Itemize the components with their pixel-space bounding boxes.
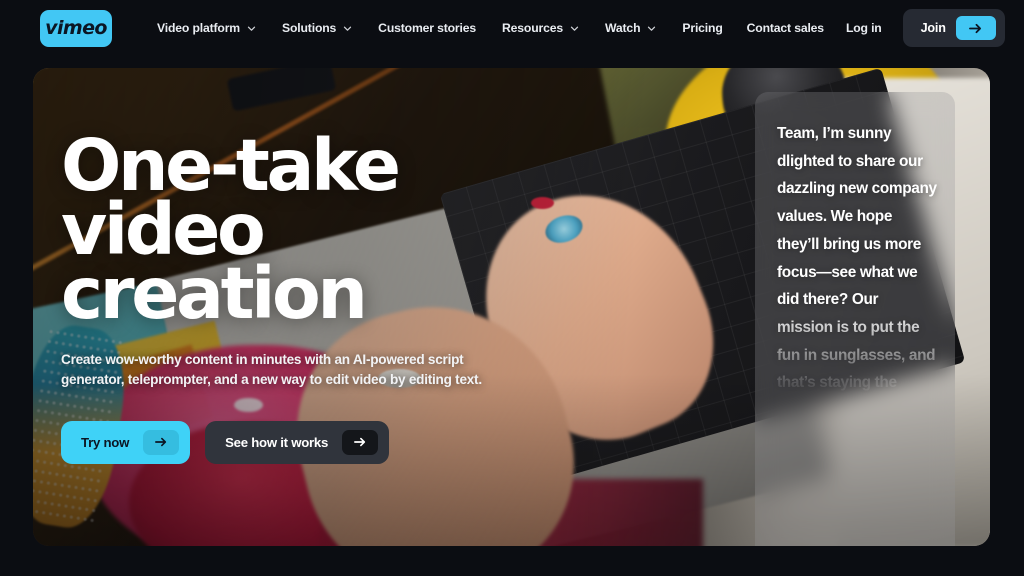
nav-item-watch[interactable]: Watch xyxy=(592,11,669,45)
nav-item-label: Watch xyxy=(605,21,641,35)
try-now-button-label: Try now xyxy=(81,434,130,450)
page-root: vimeo Video platform Solutions Customer … xyxy=(0,0,1024,576)
chevron-down-icon xyxy=(570,24,579,33)
arrow-right-icon xyxy=(955,16,996,40)
nav-item-label: Solutions xyxy=(282,21,337,35)
arrow-right-icon xyxy=(143,429,180,455)
nav-item-label: Resources xyxy=(502,21,563,35)
chevron-down-icon xyxy=(343,24,352,33)
top-navigation-bar: vimeo Video platform Solutions Customer … xyxy=(0,0,1024,56)
primary-nav-links: Video platform Solutions Customer storie… xyxy=(144,11,736,45)
arrow-right-icon xyxy=(342,429,379,455)
secondary-nav-actions: Contact sales Log in Join xyxy=(736,9,1005,47)
hero-cta-row: Try now See how it works xyxy=(61,420,531,464)
nav-item-label: Customer stories xyxy=(378,21,477,35)
join-button[interactable]: Join xyxy=(902,9,1005,47)
hero-content: One-take video creation Create wow-worth… xyxy=(61,130,531,464)
teleprompter-script-text: Team, I’m sunny dlighted to share our da… xyxy=(777,125,937,392)
teleprompter-panel: Team, I’m sunny dlighted to share our da… xyxy=(755,92,955,546)
chevron-down-icon xyxy=(247,24,256,33)
chevron-down-icon xyxy=(647,24,656,33)
see-how-it-works-button[interactable]: See how it works xyxy=(205,420,390,464)
nav-item-solutions[interactable]: Solutions xyxy=(269,11,365,45)
nav-item-customer-stories[interactable]: Customer stories xyxy=(365,11,489,45)
try-now-button[interactable]: Try now xyxy=(61,420,191,464)
vimeo-logo-text: vimeo xyxy=(45,17,107,39)
nav-item-label: Video platform xyxy=(157,21,240,35)
nav-item-video-platform[interactable]: Video platform xyxy=(144,11,269,45)
nav-item-resources[interactable]: Resources xyxy=(489,11,592,45)
page-title: One-take video creation xyxy=(61,130,531,335)
see-how-it-works-button-label: See how it works xyxy=(225,434,329,450)
nav-item-pricing[interactable]: Pricing xyxy=(669,11,735,45)
headline-line-3: creation xyxy=(61,251,368,335)
vimeo-logo[interactable]: vimeo xyxy=(40,9,112,47)
hero-subcopy: Create wow-worthy content in minutes wit… xyxy=(61,351,482,388)
contact-sales-link[interactable]: Contact sales xyxy=(736,21,835,35)
log-in-link[interactable]: Log in xyxy=(835,21,893,35)
hero-banner: One-take video creation Create wow-worth… xyxy=(33,68,990,546)
join-button-label: Join xyxy=(920,21,946,35)
nav-item-label: Pricing xyxy=(682,21,723,35)
